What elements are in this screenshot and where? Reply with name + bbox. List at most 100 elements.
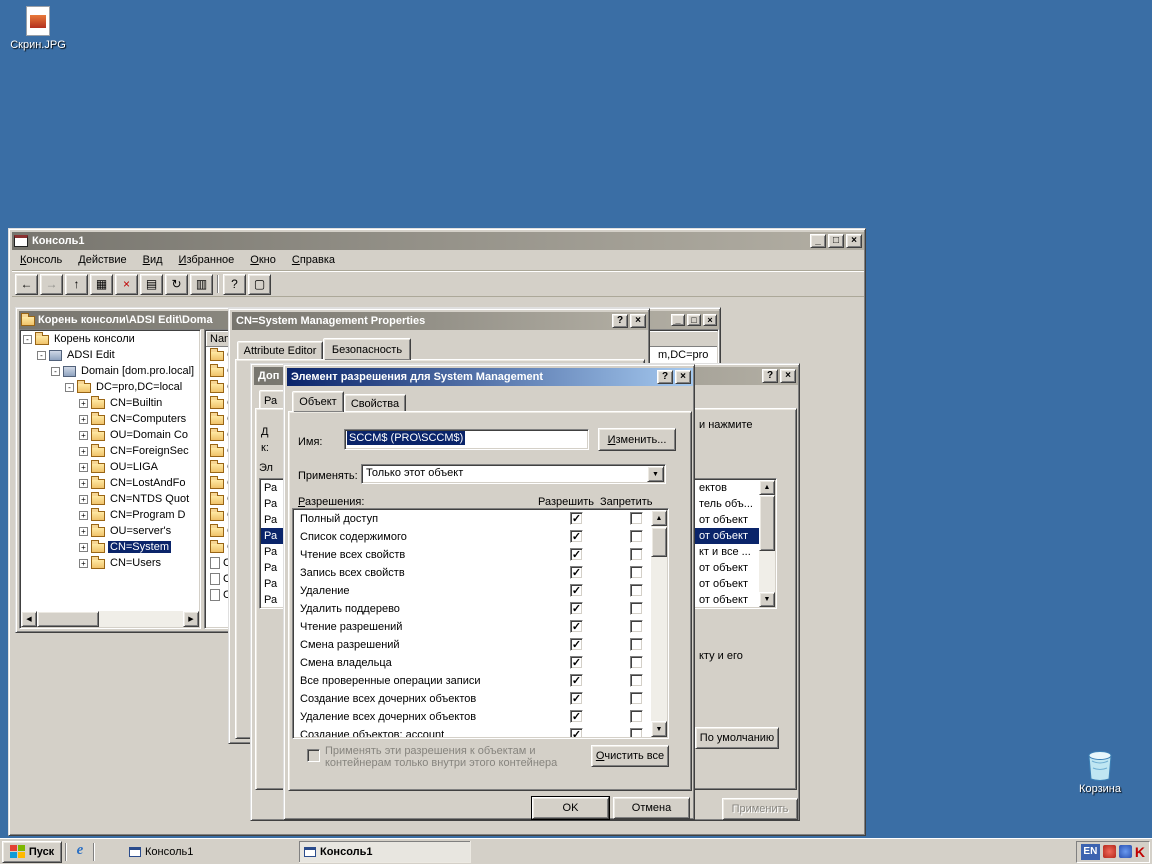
tray-red-icon[interactable]	[1103, 845, 1116, 858]
tree-item[interactable]: -Domain [dom.pro.local]	[21, 363, 199, 379]
tree-item[interactable]: +CN=Builtin	[21, 395, 199, 411]
default-button[interactable]: По умолчанию	[695, 727, 779, 749]
allow-checkbox[interactable]: ✓	[570, 710, 583, 723]
tab-attribute-editor[interactable]: Attribute Editor	[237, 341, 323, 360]
tree-item[interactable]: +CN=System	[21, 539, 199, 555]
deny-checkbox[interactable]	[630, 566, 643, 579]
permission-row[interactable]: Запись всех свойств✓	[294, 564, 651, 582]
minimize-icon[interactable]: _	[810, 234, 826, 248]
tree-collapse-icon[interactable]: -	[23, 335, 32, 344]
horizontal-scrollbar[interactable]: ◀ ▶	[21, 611, 199, 627]
scrollbar-thumb[interactable]	[37, 611, 99, 627]
permission-row[interactable]: Создание всех дочерних объектов✓	[294, 690, 651, 708]
taskbar-task-button[interactable]: Консоль1	[124, 841, 296, 863]
menu-item[interactable]: Справка	[284, 251, 343, 269]
language-indicator[interactable]: EN	[1081, 844, 1100, 860]
menu-item[interactable]: Действие	[70, 251, 134, 269]
tree-expand-icon[interactable]: +	[79, 511, 88, 520]
allow-checkbox[interactable]: ✓	[570, 512, 583, 525]
permission-row[interactable]: Смена разрешений✓	[294, 636, 651, 654]
allow-checkbox[interactable]: ✓	[570, 566, 583, 579]
deny-checkbox[interactable]	[630, 602, 643, 615]
toolbar-help-icon[interactable]: ?	[223, 274, 246, 295]
vertical-scrollbar[interactable]: ▲ ▼	[651, 510, 667, 737]
help-icon[interactable]: ?	[612, 314, 628, 328]
name-field[interactable]: SCCM$ (PRO\SCCM$)	[344, 429, 589, 450]
help-icon[interactable]: ?	[762, 369, 778, 383]
tree-item[interactable]: -DC=pro,DC=local	[21, 379, 199, 395]
allow-checkbox[interactable]: ✓	[570, 692, 583, 705]
tree-expand-icon[interactable]: +	[79, 495, 88, 504]
taskbar-task-button[interactable]: Консоль1	[299, 841, 471, 863]
toolbar-forward-icon[interactable]: →	[40, 274, 63, 295]
tree-item[interactable]: +CN=LostAndFo	[21, 475, 199, 491]
toolbar-properties-icon[interactable]: ▤	[140, 274, 163, 295]
tree-item[interactable]: +CN=NTDS Quot	[21, 491, 199, 507]
close-icon[interactable]: ×	[675, 370, 691, 384]
dialog-title-bar[interactable]: Элемент разрешения для System Management…	[287, 368, 693, 386]
menu-item[interactable]: Вид	[135, 251, 171, 269]
deny-checkbox[interactable]	[630, 638, 643, 651]
permission-row[interactable]: Удалить поддерево✓	[294, 600, 651, 618]
permission-row[interactable]: Все проверенные операции записи✓	[294, 672, 651, 690]
allow-checkbox[interactable]: ✓	[570, 728, 583, 737]
change-button[interactable]: Изменить...	[598, 428, 676, 451]
toolbar-new-window-icon[interactable]: ▢	[248, 274, 271, 295]
scroll-up-icon[interactable]: ▲	[651, 510, 667, 526]
permission-row[interactable]: Удаление✓	[294, 582, 651, 600]
scrollbar-thumb[interactable]	[759, 495, 775, 551]
permission-row[interactable]: Чтение разрешений✓	[294, 618, 651, 636]
help-icon[interactable]: ?	[657, 370, 673, 384]
close-icon[interactable]: ×	[846, 234, 862, 248]
deny-checkbox[interactable]	[630, 620, 643, 633]
tab-properties[interactable]: Свойства	[344, 394, 406, 412]
cancel-button[interactable]: Отмена	[613, 797, 690, 819]
permission-row[interactable]: Чтение всех свойств✓	[294, 546, 651, 564]
apply-button[interactable]: Применить	[722, 798, 798, 820]
allow-checkbox[interactable]: ✓	[570, 530, 583, 543]
clear-all-button[interactable]: Очистить все	[591, 745, 669, 767]
deny-checkbox[interactable]	[630, 728, 643, 737]
tray-antivirus-icon[interactable]: K	[1135, 844, 1145, 860]
start-button[interactable]: Пуск	[2, 841, 62, 863]
tree-item[interactable]: +CN=Program D	[21, 507, 199, 523]
permission-row[interactable]: Удаление всех дочерних объектов✓	[294, 708, 651, 726]
tray-blue-icon[interactable]	[1119, 845, 1132, 858]
maximize-icon[interactable]: □	[687, 314, 701, 326]
tree-expand-icon[interactable]: +	[79, 447, 88, 456]
allow-checkbox[interactable]: ✓	[570, 656, 583, 669]
tree-item[interactable]: +CN=Users	[21, 555, 199, 571]
deny-checkbox[interactable]	[630, 656, 643, 669]
scroll-down-icon[interactable]: ▼	[759, 592, 775, 607]
allow-checkbox[interactable]: ✓	[570, 548, 583, 561]
tree-expand-icon[interactable]: +	[79, 415, 88, 424]
menu-item[interactable]: Консоль	[12, 251, 70, 269]
toolbar-delete-icon[interactable]: ×	[115, 274, 138, 295]
main-title-bar[interactable]: Консоль1 _ □ ×	[12, 232, 864, 250]
tree-expand-icon[interactable]: +	[79, 479, 88, 488]
maximize-icon[interactable]: □	[828, 234, 844, 248]
scroll-down-icon[interactable]: ▼	[651, 721, 667, 737]
close-icon[interactable]: ×	[703, 314, 717, 326]
tree-item[interactable]: +OU=server's	[21, 523, 199, 539]
tree-item[interactable]: +CN=ForeignSec	[21, 443, 199, 459]
toolbar-refresh-icon[interactable]: ↻	[165, 274, 188, 295]
tree-item[interactable]: -ADSI Edit	[21, 347, 199, 363]
deny-checkbox[interactable]	[630, 674, 643, 687]
toolbar-export-list-icon[interactable]: ▥	[190, 274, 213, 295]
deny-checkbox[interactable]	[630, 548, 643, 561]
tree-item[interactable]: -Корень консоли	[21, 331, 199, 347]
deny-checkbox[interactable]	[630, 584, 643, 597]
scroll-up-icon[interactable]: ▲	[759, 480, 775, 495]
minimize-icon[interactable]: _	[671, 314, 685, 326]
permission-row[interactable]: Полный доступ✓	[294, 510, 651, 528]
dialog-title-bar[interactable]: CN=System Management Properties ? ×	[232, 312, 648, 330]
close-icon[interactable]: ×	[780, 369, 796, 383]
deny-checkbox[interactable]	[630, 692, 643, 705]
apply-to-combobox[interactable]: Только этот объект ▼	[361, 464, 666, 484]
permission-row[interactable]: Смена владельца✓	[294, 654, 651, 672]
tab-object[interactable]: Объект	[292, 391, 344, 412]
ok-button[interactable]: OK	[532, 797, 609, 819]
ie-quick-launch-icon[interactable]: e	[70, 842, 90, 862]
allow-checkbox[interactable]: ✓	[570, 638, 583, 651]
